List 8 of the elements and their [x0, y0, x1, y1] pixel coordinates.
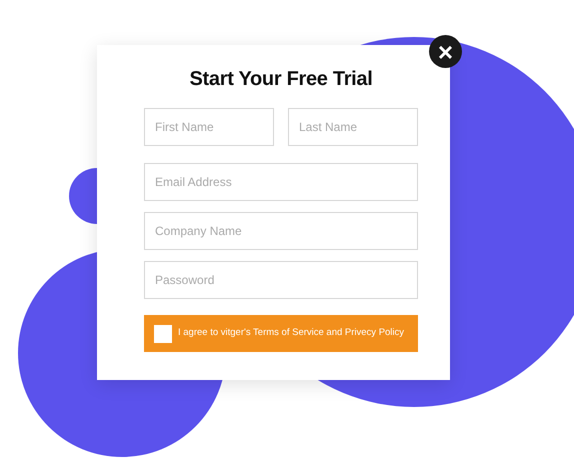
terms-label: I agree to vitger's Terms of Service and Privecy Policy	[178, 326, 404, 340]
form-title: Start Your Free Trial	[188, 67, 374, 91]
input-field[interactable]: Last Name	[288, 108, 418, 146]
input-field[interactable]: Company Name	[144, 212, 418, 250]
input-field[interactable]: Email Address	[144, 163, 418, 201]
input-field[interactable]: First Name	[144, 108, 274, 146]
checkbox[interactable]	[154, 324, 172, 342]
input-field[interactable]: Passoword	[144, 261, 418, 299]
